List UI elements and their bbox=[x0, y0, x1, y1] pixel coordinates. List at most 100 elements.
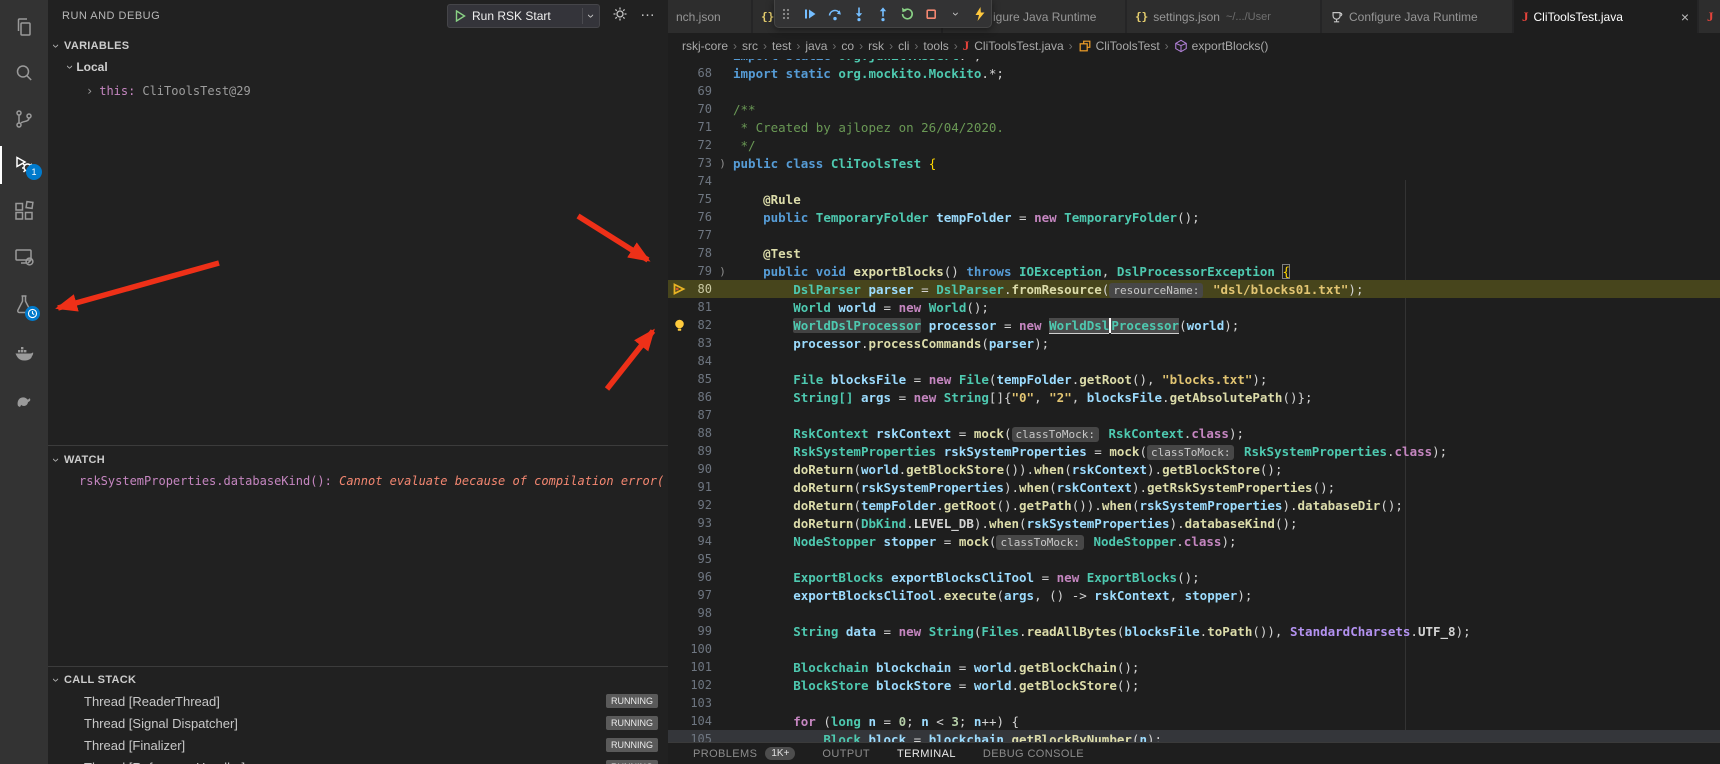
call-stack-thread-row[interactable]: Thread [Signal Dispatcher]RUNNING bbox=[48, 712, 668, 734]
code-line-79[interactable]: 79) public void exportBlocks() throws IO… bbox=[668, 262, 1720, 280]
variables-scope-local[interactable]: › Local bbox=[68, 60, 108, 74]
code-line-93[interactable]: 93 doReturn(DbKind.LEVEL_DB).when(rskSys… bbox=[668, 514, 1720, 532]
editor-tab-settings.json[interactable]: {}settings.json~/.../User bbox=[1127, 0, 1320, 33]
variable-this-row[interactable]: › this: CliToolsTest@29 bbox=[86, 84, 251, 98]
variables-section-header[interactable]: › VARIABLES bbox=[48, 36, 668, 56]
step-out-icon[interactable] bbox=[872, 3, 894, 25]
code-line-69[interactable]: 69 bbox=[668, 82, 1720, 100]
code-line-80[interactable]: 80 DslParser parser = DslParser.fromReso… bbox=[668, 280, 1720, 298]
code-line-78[interactable]: 78 @Test bbox=[668, 244, 1720, 262]
code-line-102[interactable]: 102 BlockStore blockStore = world.getBlo… bbox=[668, 676, 1720, 694]
extensions-icon[interactable] bbox=[0, 188, 48, 234]
hot-code-replace-icon[interactable] bbox=[969, 3, 991, 25]
step-into-icon[interactable] bbox=[848, 3, 870, 25]
code-line-70[interactable]: 70/** bbox=[668, 100, 1720, 118]
call-stack-section-header[interactable]: › CALL STACK bbox=[48, 670, 668, 690]
panel-tab-terminal[interactable]: TERMINAL bbox=[897, 748, 956, 760]
code-line-71[interactable]: 71 * Created by ajlopez on 26/04/2020. bbox=[668, 118, 1720, 136]
code-line-73[interactable]: 73)public class CliToolsTest { bbox=[668, 154, 1720, 172]
section-divider[interactable] bbox=[48, 666, 668, 667]
breadcrumb-item-rskj-core[interactable]: rskj-core bbox=[682, 39, 728, 53]
breadcrumb-item-src[interactable]: src bbox=[742, 39, 758, 53]
gradle-icon[interactable] bbox=[0, 378, 48, 424]
editor-tab-Configure Java Runtime[interactable]: Configure Java Runtime bbox=[1322, 0, 1512, 33]
explorer-icon[interactable] bbox=[0, 4, 48, 50]
code-line-77[interactable]: 77 bbox=[668, 226, 1720, 244]
code-line-101[interactable]: 101 Blockchain blockchain = world.getBlo… bbox=[668, 658, 1720, 676]
code-line-82[interactable]: 82 WorldDslProcessor processor = new Wor… bbox=[668, 316, 1720, 334]
breadcrumb-item-cli[interactable]: cli bbox=[898, 39, 909, 53]
code-line-87[interactable]: 87 bbox=[668, 406, 1720, 424]
gutter-decoration[interactable] bbox=[668, 154, 690, 172]
drag-handle-icon[interactable] bbox=[775, 3, 797, 25]
launch-config-dropdown[interactable]: Run RSK Start › bbox=[447, 4, 600, 28]
fold-icon[interactable]: ) bbox=[712, 265, 733, 278]
code-line-94[interactable]: 94 NodeStopper stopper = mock(classToMoc… bbox=[668, 532, 1720, 550]
panel-tab-debug-console[interactable]: DEBUG CONSOLE bbox=[983, 748, 1084, 760]
editor-tab-CliToolsTest.java[interactable]: JCliToolsTest.java× bbox=[1514, 0, 1697, 33]
watch-expression-row[interactable]: rskSystemProperties.databaseKind(): Cann… bbox=[79, 474, 665, 488]
editor-tab-nch.json[interactable]: nch.json bbox=[668, 0, 751, 33]
editor-tab-hidden[interactable]: J bbox=[1699, 0, 1720, 33]
code-line-90[interactable]: 90 doReturn(world.getBlockStore()).when(… bbox=[668, 460, 1720, 478]
code-line-98[interactable]: 98 bbox=[668, 604, 1720, 622]
lightbulb-icon[interactable] bbox=[668, 316, 690, 334]
code-line-74[interactable]: 74 bbox=[668, 172, 1720, 190]
breadcrumb-item-java[interactable]: java bbox=[805, 39, 827, 53]
code-line-68[interactable]: 68import static org.mockito.Mockito.*; bbox=[668, 64, 1720, 82]
section-divider[interactable] bbox=[48, 445, 668, 446]
code-line-86[interactable]: 86 String[] args = new String[]{"0", "2"… bbox=[668, 388, 1720, 406]
testing-icon[interactable] bbox=[0, 282, 48, 328]
restart-icon[interactable] bbox=[896, 3, 918, 25]
code-line-83[interactable]: 83 processor.processCommands(parser); bbox=[668, 334, 1720, 352]
code-line-96[interactable]: 96 ExportBlocks exportBlocksCliTool = ne… bbox=[668, 568, 1720, 586]
code-line-97[interactable]: 97 exportBlocksCliTool.execute(args, () … bbox=[668, 586, 1720, 604]
stop-icon[interactable] bbox=[920, 3, 942, 25]
call-stack-thread-row[interactable]: Thread [ReaderThread]RUNNING bbox=[48, 690, 668, 712]
panel-tab-output[interactable]: OUTPUT bbox=[822, 748, 870, 760]
breadcrumb-item-co[interactable]: co bbox=[841, 39, 854, 53]
breadcrumb-item-test[interactable]: test bbox=[772, 39, 791, 53]
breadcrumb-item-clitoolstest[interactable]: CliToolsTest bbox=[1078, 39, 1160, 53]
breadcrumb-item-rsk[interactable]: rsk bbox=[868, 39, 884, 53]
close-icon[interactable]: × bbox=[1671, 9, 1689, 25]
code-line-76[interactable]: 76 public TemporaryFolder tempFolder = n… bbox=[668, 208, 1720, 226]
code-line-85[interactable]: 85 File blocksFile = new File(tempFolder… bbox=[668, 370, 1720, 388]
code-line-100[interactable]: 100 bbox=[668, 640, 1720, 658]
code-editor[interactable]: 67import static org.junit.Assert.*;68imp… bbox=[668, 46, 1720, 748]
breadcrumb[interactable]: rskj-core›src›test›java›co›rsk›cli›tools… bbox=[668, 33, 1720, 59]
call-stack-thread-row[interactable]: Thread [Finalizer]RUNNING bbox=[48, 734, 668, 756]
continue-icon[interactable] bbox=[799, 3, 821, 25]
docker-icon[interactable] bbox=[0, 330, 48, 376]
source-control-icon[interactable] bbox=[0, 96, 48, 142]
chevron-down-icon[interactable]: › bbox=[582, 8, 595, 24]
call-stack-thread-row[interactable]: Thread [Reference Handler]RUNNING bbox=[48, 756, 668, 764]
fold-icon[interactable]: ) bbox=[712, 157, 733, 170]
code-line-103[interactable]: 103 bbox=[668, 694, 1720, 712]
code-line-88[interactable]: 88 RskContext rskContext = mock(classToM… bbox=[668, 424, 1720, 442]
more-actions-icon[interactable]: … bbox=[640, 3, 656, 20]
code-line-95[interactable]: 95 bbox=[668, 550, 1720, 568]
code-line-99[interactable]: 99 String data = new String(Files.readAl… bbox=[668, 622, 1720, 640]
breadcrumb-item-clitoolstest-java[interactable]: JCliToolsTest.java bbox=[963, 38, 1064, 54]
panel-tab-problems[interactable]: PROBLEMS1K+ bbox=[693, 747, 795, 760]
run-and-debug-icon[interactable] bbox=[0, 142, 48, 188]
code-line-104[interactable]: 104 for (long n = 0; n < 3; n++) { bbox=[668, 712, 1720, 730]
code-line-89[interactable]: 89 RskSystemProperties rskSystemProperti… bbox=[668, 442, 1720, 460]
watch-section-header[interactable]: › WATCH bbox=[48, 450, 668, 470]
code-line-72[interactable]: 72 */ bbox=[668, 136, 1720, 154]
search-icon[interactable] bbox=[0, 50, 48, 96]
code-line-81[interactable]: 81 World world = new World(); bbox=[668, 298, 1720, 316]
step-over-icon[interactable] bbox=[823, 3, 845, 25]
code-line-75[interactable]: 75 @Rule bbox=[668, 190, 1720, 208]
breadcrumb-item-tools[interactable]: tools bbox=[923, 39, 948, 53]
gutter-decoration[interactable] bbox=[668, 262, 690, 280]
code-line-91[interactable]: 91 doReturn(rskSystemProperties).when(rs… bbox=[668, 478, 1720, 496]
remote-explorer-icon[interactable] bbox=[0, 234, 48, 280]
stop-chevron-icon[interactable]: › bbox=[945, 3, 967, 25]
current-line-arrow-icon[interactable] bbox=[668, 280, 690, 298]
code-line-92[interactable]: 92 doReturn(tempFolder.getRoot().getPath… bbox=[668, 496, 1720, 514]
code-line-84[interactable]: 84 bbox=[668, 352, 1720, 370]
breadcrumb-item-exportblocks-[interactable]: exportBlocks() bbox=[1174, 39, 1269, 53]
gear-icon[interactable] bbox=[612, 6, 628, 25]
